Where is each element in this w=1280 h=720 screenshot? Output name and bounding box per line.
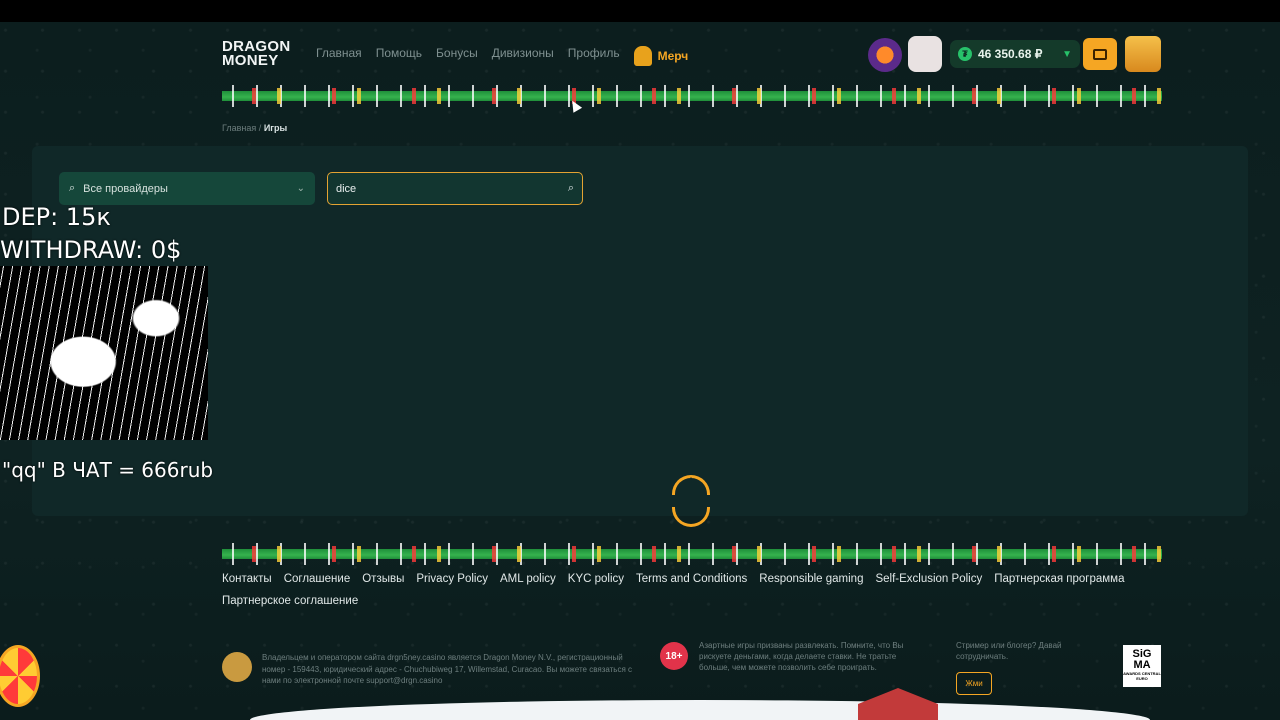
nav-item-bonuses[interactable]: Бонусы	[436, 46, 478, 66]
loading-spinner-icon	[672, 475, 710, 529]
hoodie-icon	[633, 46, 652, 66]
sigma-subtitle: AWARDS CENTRAL EURO	[1123, 671, 1161, 681]
breadcrumb-home[interactable]: Главная	[222, 123, 256, 133]
streamer-cta-button[interactable]: Жми	[956, 672, 992, 695]
main-nav: Главная Помощь Бонусы Дивизионы Профиль …	[316, 46, 688, 66]
stream-overlay-withdraw: WITHDRAW: 0$	[0, 236, 182, 264]
sigma-awards-logo[interactable]: SiG MA AWARDS CENTRAL EURO	[1123, 645, 1161, 687]
balance-amount: 46 350.68 ₽	[978, 47, 1043, 61]
footer-link-responsible[interactable]: Responsible gaming	[759, 573, 863, 585]
breadcrumb-separator: /	[258, 123, 262, 133]
footer-link-partner-program[interactable]: Партнерская программа	[994, 573, 1124, 585]
merch-label: Мерч	[657, 49, 689, 63]
breadcrumb: Главная / Игры	[222, 123, 287, 133]
stream-overlay-dep: DEP: 15к	[2, 203, 111, 231]
tether-coin-icon: ₮	[958, 47, 972, 61]
footer-link-agreement[interactable]: Соглашение	[284, 573, 351, 585]
chevron-down-icon: ⌄	[296, 183, 305, 194]
dragon-money-logo[interactable]: DRAGON MONEY	[222, 39, 302, 69]
balance-selector[interactable]: ₮ 46 350.68 ₽ ▼	[950, 40, 1080, 68]
wallet-button[interactable]	[1083, 38, 1117, 70]
game-search-input[interactable]	[336, 182, 568, 195]
sigma-line-2: MA	[1133, 659, 1151, 671]
user-avatar[interactable]	[1125, 36, 1161, 72]
spinner-top-arc	[672, 475, 710, 495]
nav-item-profile[interactable]: Профиль	[568, 46, 620, 66]
footer-link-privacy[interactable]: Privacy Policy	[416, 573, 488, 585]
stream-overlay-image	[0, 266, 208, 440]
christmas-garland-bottom	[222, 543, 1162, 565]
footer-link-reviews[interactable]: Отзывы	[362, 573, 404, 585]
stream-overlay-chat: "qq" В ЧАТ = 666rub	[2, 458, 214, 482]
nav-item-merch[interactable]: Мерч	[633, 46, 689, 66]
spinner-bottom-arc	[672, 507, 710, 527]
age-restriction-badge: 18+	[660, 642, 688, 670]
wallet-icon	[1093, 48, 1107, 60]
provider-select-value: Все провайдеры	[83, 182, 168, 195]
footer-link-aml[interactable]: AML policy	[500, 573, 556, 585]
footer-link-terms[interactable]: Terms and Conditions	[636, 573, 747, 585]
streamer-cta-text: Стример или блогер? Давай сотрудничать.	[956, 641, 1062, 661]
christmas-garland-top	[222, 85, 1162, 107]
license-seal-icon[interactable]	[222, 652, 252, 682]
car-promo-icon[interactable]	[868, 38, 902, 72]
top-black-bar	[0, 0, 1280, 22]
nav-item-divisions[interactable]: Дивизионы	[492, 46, 554, 66]
gift-promo-icon[interactable]	[908, 36, 942, 72]
logo-line-2: MONEY	[222, 52, 279, 69]
gambling-warning-text: Азартные игры призваны развлекать. Помни…	[699, 641, 904, 672]
nav-item-home[interactable]: Главная	[316, 46, 362, 66]
footer-link-partner-agreement[interactable]: Партнерское соглашение	[222, 595, 358, 607]
legal-text: Владельцем и оператором сайта drgn5ney.c…	[262, 653, 633, 685]
game-search-box[interactable]: ⌕	[327, 172, 583, 205]
chevron-down-icon: ▼	[1062, 48, 1072, 60]
nav-item-help[interactable]: Помощь	[376, 46, 422, 66]
footer-link-self-exclusion[interactable]: Self-Exclusion Policy	[875, 573, 982, 585]
footer-link-kyc[interactable]: KYC policy	[568, 573, 624, 585]
footer-links: Контакты Соглашение Отзывы Privacy Polic…	[222, 573, 1162, 607]
provider-select[interactable]: ⌕ Все провайдеры ⌄	[59, 172, 315, 205]
breadcrumb-current: Игры	[263, 123, 288, 133]
search-icon: ⌕	[69, 182, 76, 194]
footer-link-contacts[interactable]: Контакты	[222, 573, 272, 585]
search-icon[interactable]: ⌕	[568, 182, 574, 195]
